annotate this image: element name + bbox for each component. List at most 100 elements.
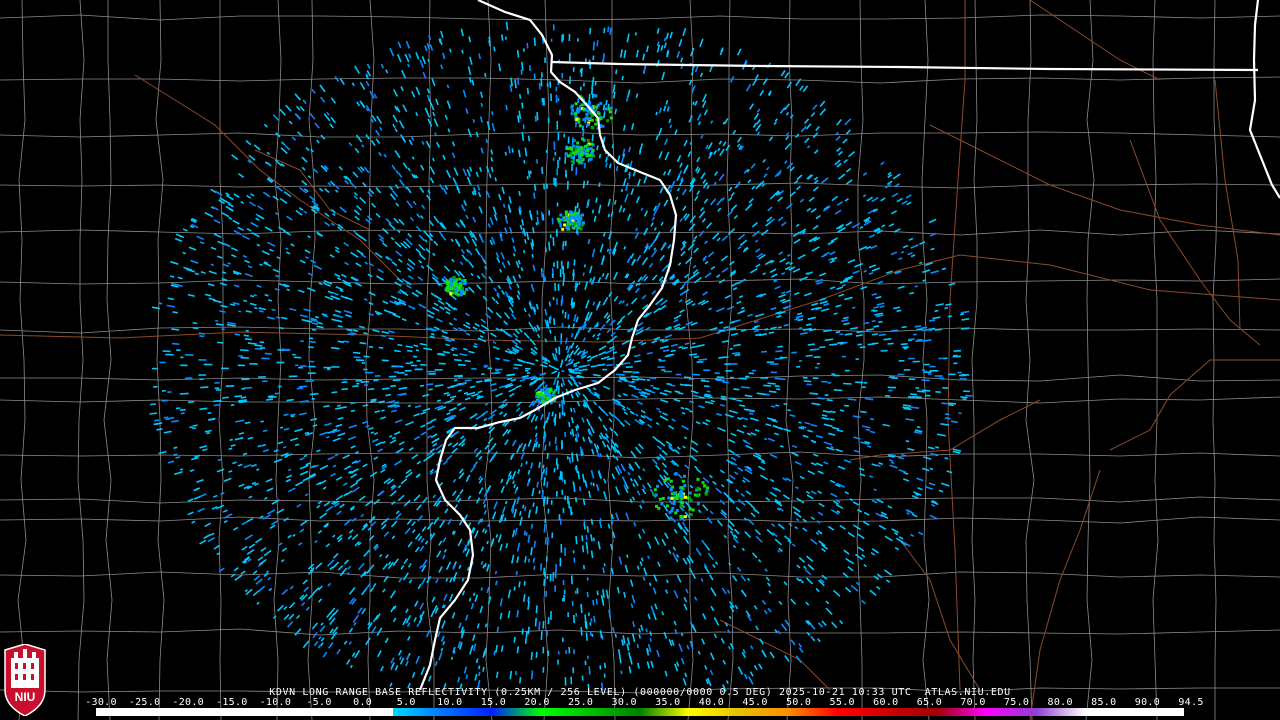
- echo-gate: [741, 386, 750, 389]
- echo-gate: [901, 325, 907, 329]
- echo-gate: [380, 334, 386, 338]
- echo-gate: [663, 37, 667, 42]
- echo-gate: [278, 326, 284, 330]
- echo-gate: [592, 41, 596, 51]
- colorbar-segment: [491, 708, 542, 716]
- echo-gate: [527, 170, 531, 178]
- echo-gate: [484, 623, 488, 628]
- echo-gate: [860, 410, 867, 414]
- echo-gate: [540, 211, 544, 221]
- echo-gate: [626, 554, 629, 559]
- echo-gate: [865, 328, 874, 331]
- echo-gate: [192, 424, 198, 427]
- echo-gate: [542, 464, 545, 469]
- echo-cell: [669, 516, 673, 520]
- echo-gate: [519, 224, 523, 230]
- echo-gate: [569, 506, 573, 516]
- echo-cell: [577, 108, 581, 112]
- echo-gate: [670, 384, 676, 387]
- echo-cell: [564, 152, 568, 156]
- echo-cell: [680, 501, 684, 505]
- echo-gate: [620, 670, 623, 675]
- echo-gate: [256, 468, 260, 471]
- echo-gate: [247, 342, 257, 345]
- echo-gate: [929, 467, 934, 471]
- echo-cell: [573, 217, 577, 221]
- echo-gate: [540, 471, 544, 481]
- echo-cell: [565, 216, 569, 220]
- echo-cell: [557, 219, 561, 223]
- echo-cell: [679, 514, 683, 518]
- echo-gate: [960, 396, 968, 399]
- echo-gate: [381, 359, 389, 362]
- legend-tick: 15.0: [480, 697, 507, 708]
- echo-gate: [783, 323, 789, 327]
- echo-gate: [522, 504, 525, 509]
- echo-gate: [843, 404, 850, 407]
- echo-gate: [533, 540, 536, 548]
- echo-gate: [521, 61, 524, 71]
- echo-cell: [683, 484, 687, 488]
- echo-gate: [394, 401, 400, 404]
- echo-gate: [540, 271, 544, 278]
- echo-gate: [451, 346, 456, 350]
- echo-gate: [565, 337, 568, 344]
- echo-gate: [693, 355, 699, 359]
- echo-gate: [200, 386, 209, 389]
- echo-gate: [533, 183, 537, 191]
- echo-cell: [678, 491, 682, 494]
- echo-cell: [579, 146, 583, 150]
- echo-gate: [524, 239, 527, 244]
- echo-gate: [385, 393, 391, 397]
- echo-gate: [149, 412, 157, 415]
- echo-cell: [586, 138, 590, 142]
- echo-gate: [859, 346, 866, 349]
- echo-gate: [605, 156, 608, 163]
- echo-gate: [692, 342, 696, 345]
- echo-gate: [413, 344, 419, 347]
- echo-gate: [636, 643, 640, 649]
- echo-gate: [227, 262, 231, 265]
- echo-gate: [923, 339, 932, 342]
- echo-gate: [165, 417, 171, 421]
- echo-gate: [575, 167, 578, 176]
- echo-cell: [680, 495, 684, 499]
- echo-gate: [536, 481, 539, 488]
- echo-gate: [527, 601, 530, 610]
- echo-gate: [787, 409, 791, 412]
- echo-gate: [516, 609, 519, 618]
- echo-gate: [603, 673, 606, 678]
- echo-gate: [471, 644, 474, 650]
- echo-cell: [559, 213, 563, 217]
- echo-cell: [693, 493, 697, 497]
- echo-cell: [588, 153, 592, 157]
- echo-gate: [921, 389, 931, 392]
- echo-gate: [340, 341, 345, 344]
- echo-gate: [879, 305, 885, 308]
- echo-gate: [536, 210, 539, 216]
- echo-gate: [575, 497, 578, 503]
- echo-gate: [551, 411, 554, 417]
- legend-tick: 90.0: [1134, 697, 1161, 708]
- legend-tick: 65.0: [916, 697, 943, 708]
- echo-gate: [586, 200, 589, 209]
- echo-gate: [638, 628, 641, 633]
- echo-gate: [805, 323, 812, 326]
- echo-gate: [603, 563, 606, 567]
- echo-gate: [305, 380, 315, 383]
- echo-gate: [536, 216, 540, 225]
- echo-gate: [554, 413, 557, 422]
- legend-tick: -20.0: [172, 697, 204, 708]
- echo-gate: [812, 348, 820, 351]
- echo-gate: [244, 338, 252, 341]
- echo-gate: [628, 171, 631, 176]
- echo-gate: [267, 395, 274, 398]
- colorbar-segment: [639, 708, 690, 716]
- echo-gate: [896, 309, 902, 313]
- echo-cell: [588, 100, 592, 104]
- echo-gate: [910, 406, 920, 409]
- echo-gate: [598, 153, 602, 159]
- echo-gate: [775, 404, 780, 407]
- echo-gate: [172, 311, 179, 314]
- echo-gate: [819, 346, 826, 349]
